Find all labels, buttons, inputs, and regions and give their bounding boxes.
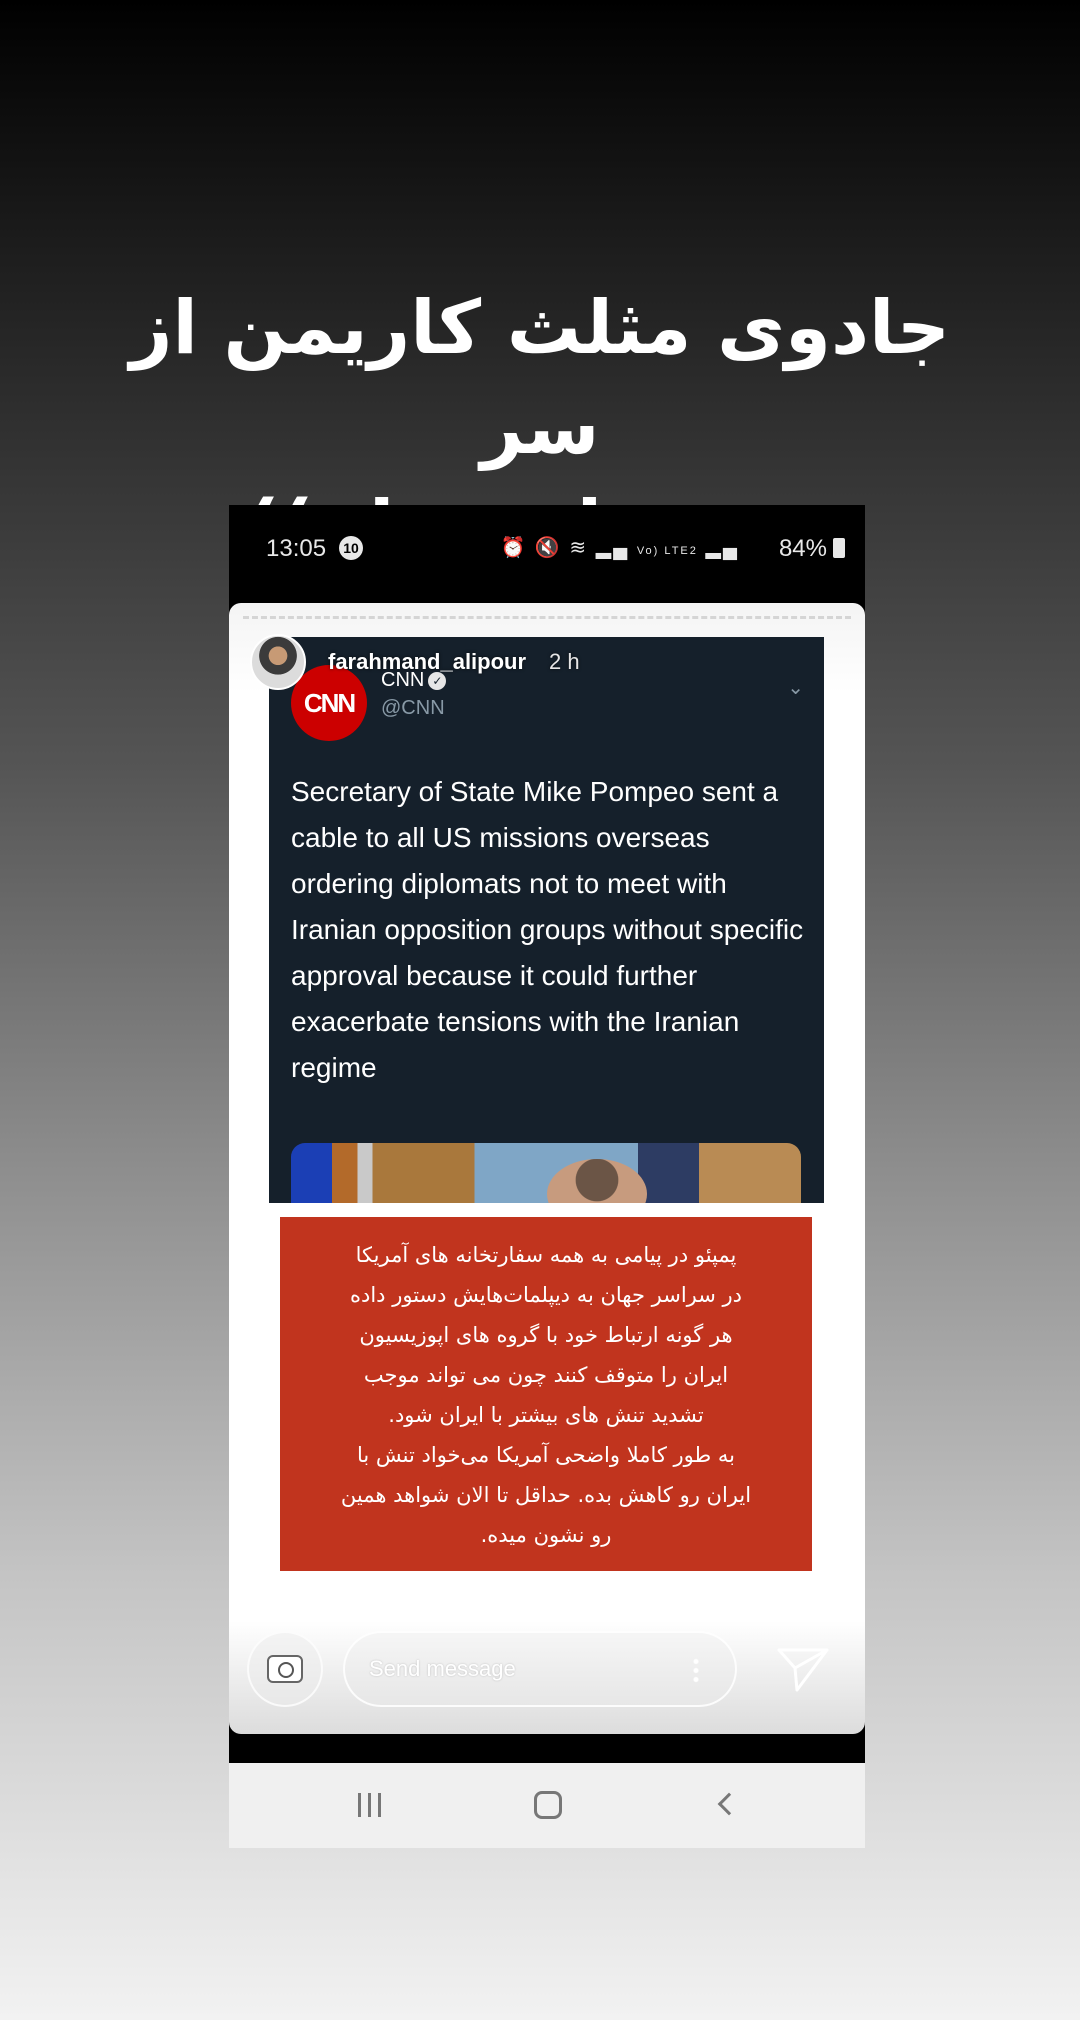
status-time: 13:05 xyxy=(266,535,327,562)
persian-line: به طور کاملا واضحی آمریکا می‌خواد تنش با xyxy=(356,1443,736,1467)
persian-line: در سراسر جهان به دیپلمات‌هایش دستور داده xyxy=(349,1283,743,1307)
battery-icon xyxy=(833,538,845,558)
tweet-handle: @CNN xyxy=(381,697,445,719)
battery-percent: 84% xyxy=(778,535,827,562)
network-label: Vo) LTE2 xyxy=(636,545,698,557)
send-message-placeholder: Send message xyxy=(369,1656,516,1681)
persian-line: ایران را متوقف کنند چون می تواند موجب xyxy=(363,1363,729,1387)
tweet-screenshot: CNN CNN ✓ @CNN ⌄ Secretary of State Mike … xyxy=(269,637,824,1203)
back-icon[interactable] xyxy=(717,1792,741,1816)
persian-line: تشدید تنش های بیشتر با ایران شود. xyxy=(388,1403,704,1427)
story-time-ago: 2 h xyxy=(549,649,580,674)
more-options-icon[interactable] xyxy=(693,1657,699,1683)
persian-line: پمپئو در پیامی به همه سفارتخانه های آمری… xyxy=(355,1243,737,1267)
persian-line: ایران رو کاهش بده. حداقل تا الان شواهد ه… xyxy=(340,1483,752,1507)
caption-line-1: جادوی مثلث کاریمن از سر xyxy=(129,285,951,471)
mute-icon: 🔇 xyxy=(534,537,562,559)
send-message-input[interactable]: Send message xyxy=(343,1631,737,1707)
signal-icon-2: ▂▄ xyxy=(705,537,739,559)
wifi-icon: ≋ xyxy=(569,537,589,559)
story-progress-bar xyxy=(243,616,851,620)
persian-text-box: پمپئو در پیامی به همه سفارتخانه های آمری… xyxy=(280,1217,812,1571)
phone-screenshot: 13:05 10 ⏰ 🔇 ≋ ▂▄ Vo) LTE2 ▂▄ 84% farahm… xyxy=(229,505,865,1848)
alarm-icon: ⏰ xyxy=(500,537,528,559)
notification-count-badge: 10 xyxy=(339,536,363,560)
cnn-logo-icon: CNN xyxy=(291,665,367,741)
paper-plane-icon[interactable] xyxy=(775,1644,831,1694)
recent-apps-icon[interactable] xyxy=(356,1793,384,1817)
status-icons: ⏰ 🔇 ≋ ▂▄ Vo) LTE2 ▂▄ xyxy=(500,535,739,560)
status-bar: 13:05 10 ⏰ 🔇 ≋ ▂▄ Vo) LTE2 ▂▄ 84% xyxy=(229,505,865,595)
tweet-text: Secretary of State Mike Pompeo sent a ca… xyxy=(291,776,804,1083)
android-nav-bar xyxy=(229,1763,865,1848)
persian-line: هر گونه ارتباط خود با گروه های اپوزیسیون xyxy=(359,1323,733,1347)
tweet-image xyxy=(291,1143,801,1203)
tweet-image-person xyxy=(547,1159,647,1203)
camera-icon xyxy=(267,1655,303,1683)
persian-line: رو نشون میده. xyxy=(480,1523,612,1547)
story-reply-bar: Send message xyxy=(229,1608,865,1718)
instagram-story[interactable]: farahmand_alipour 2 h CNN CNN ✓ @CNN ⌄ Se… xyxy=(229,603,865,1734)
camera-button[interactable] xyxy=(247,1631,323,1707)
home-icon[interactable] xyxy=(534,1791,562,1819)
story-username[interactable]: farahmand_alipour xyxy=(328,649,526,675)
signal-icon: ▂▄ xyxy=(595,537,630,559)
chevron-down-icon: ⌄ xyxy=(787,675,804,699)
avatar[interactable] xyxy=(250,634,306,690)
